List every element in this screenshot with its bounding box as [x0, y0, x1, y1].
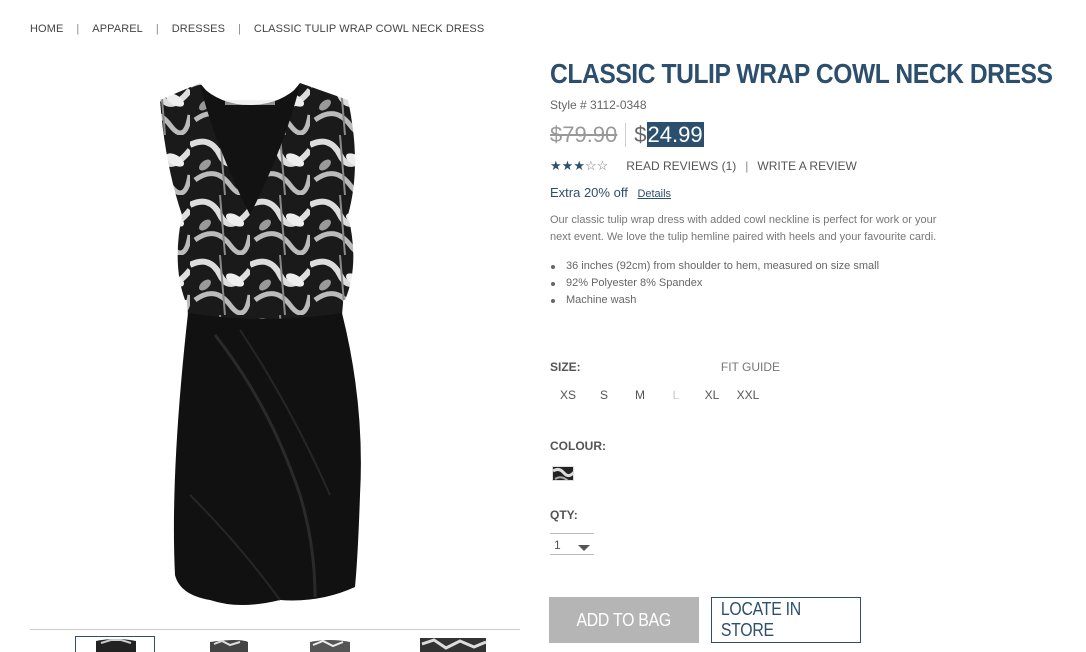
breadcrumb-separator: |	[76, 23, 80, 35]
price-block: $79.90 $24.99	[550, 122, 1070, 148]
thumbnail-divider	[30, 629, 520, 630]
add-to-bag-button[interactable]: ADD TO BAG	[549, 597, 699, 643]
sale-price-amount: 24.99	[646, 122, 704, 147]
qty-label: QTY:	[550, 508, 578, 522]
feature-item: 36 inches (92cm) from shoulder to hem, m…	[550, 258, 1070, 275]
size-option-xs[interactable]: XS	[550, 388, 586, 402]
product-details: CLASSIC TULIP WRAP COWL NECK DRESS Style…	[550, 58, 1070, 309]
thumbnail-1[interactable]	[75, 636, 155, 652]
star-empty-icon: ☆	[584, 158, 597, 173]
fit-guide-link[interactable]: FIT GUIDE	[721, 360, 780, 374]
colour-label: COLOUR:	[550, 439, 606, 453]
size-option-l: L	[672, 388, 680, 402]
locate-in-store-label: LOCATE IN STORE	[720, 599, 801, 640]
star-empty-icon: ☆	[596, 158, 609, 173]
product-title: CLASSIC TULIP WRAP COWL NECK DRESS	[550, 58, 1053, 89]
style-number: Style # 3112-0348	[550, 98, 647, 112]
qty-dropdown[interactable]: 1	[550, 533, 594, 555]
size-selector: SIZE: FIT GUIDE XS S M L XL XXL	[550, 360, 780, 402]
breadcrumb-home[interactable]: HOME	[30, 23, 63, 35]
qty-selector: QTY: 1	[550, 508, 594, 555]
rating-row: ★★★☆☆ READ REVIEWS (1) | WRITE A REVIEW	[550, 158, 1070, 174]
price-divider	[625, 123, 627, 147]
breadcrumb: HOME | APPAREL | DRESSES | CLASSIC TULIP…	[30, 23, 484, 35]
original-price: $79.90	[550, 122, 618, 147]
chevron-down-icon	[578, 545, 590, 551]
size-option-xxl[interactable]: XXL	[730, 388, 766, 402]
thumbnail-2[interactable]	[200, 636, 280, 652]
rating-separator: |	[745, 159, 749, 173]
product-image-area	[30, 60, 520, 630]
promo: Extra 20% off Details	[550, 185, 1070, 200]
locate-in-store-button[interactable]: LOCATE IN STORE	[711, 597, 861, 643]
star-rating: ★★★☆☆	[550, 158, 608, 174]
feature-item: Machine wash	[550, 292, 1070, 309]
sale-price-currency: $	[634, 122, 647, 147]
colour-swatch[interactable]	[552, 466, 574, 481]
breadcrumb-dresses[interactable]: DRESSES	[172, 23, 225, 35]
star-filled-icon: ★	[550, 158, 562, 173]
sale-price: $24.99	[634, 122, 704, 148]
thumbnail-3[interactable]	[305, 636, 385, 652]
star-filled-icon: ★	[561, 158, 574, 173]
star-filled-icon: ★	[573, 158, 585, 173]
breadcrumb-apparel[interactable]: APPAREL	[92, 23, 143, 35]
colour-selector: COLOUR:	[550, 439, 606, 481]
size-option-xl[interactable]: XL	[694, 388, 730, 402]
size-option-s[interactable]: S	[586, 388, 622, 402]
thumbnail-4[interactable]	[420, 636, 500, 652]
promo-text: Extra 20% off	[550, 185, 628, 200]
thumbnail-strip	[75, 636, 495, 652]
size-option-m[interactable]: M	[622, 388, 658, 402]
product-description: Our classic tulip wrap dress with added …	[550, 214, 937, 243]
read-reviews-link[interactable]: READ REVIEWS (1)	[626, 159, 736, 173]
qty-value: 1	[554, 538, 561, 552]
size-options: XS S M L XL XXL	[550, 388, 780, 402]
breadcrumb-separator: |	[155, 23, 159, 35]
product-main-image[interactable]	[130, 75, 420, 610]
write-review-link[interactable]: WRITE A REVIEW	[757, 159, 856, 173]
breadcrumb-separator: |	[238, 23, 241, 35]
promo-details-link[interactable]: Details	[637, 188, 671, 200]
feature-item: 92% Polyester 8% Spandex	[550, 275, 1070, 292]
product-features: 36 inches (92cm) from shoulder to hem, m…	[550, 258, 1070, 309]
breadcrumb-current[interactable]: CLASSIC TULIP WRAP COWL NECK DRESS	[254, 23, 484, 35]
size-label: SIZE:	[550, 360, 581, 374]
add-to-bag-label: ADD TO BAG	[576, 609, 672, 630]
